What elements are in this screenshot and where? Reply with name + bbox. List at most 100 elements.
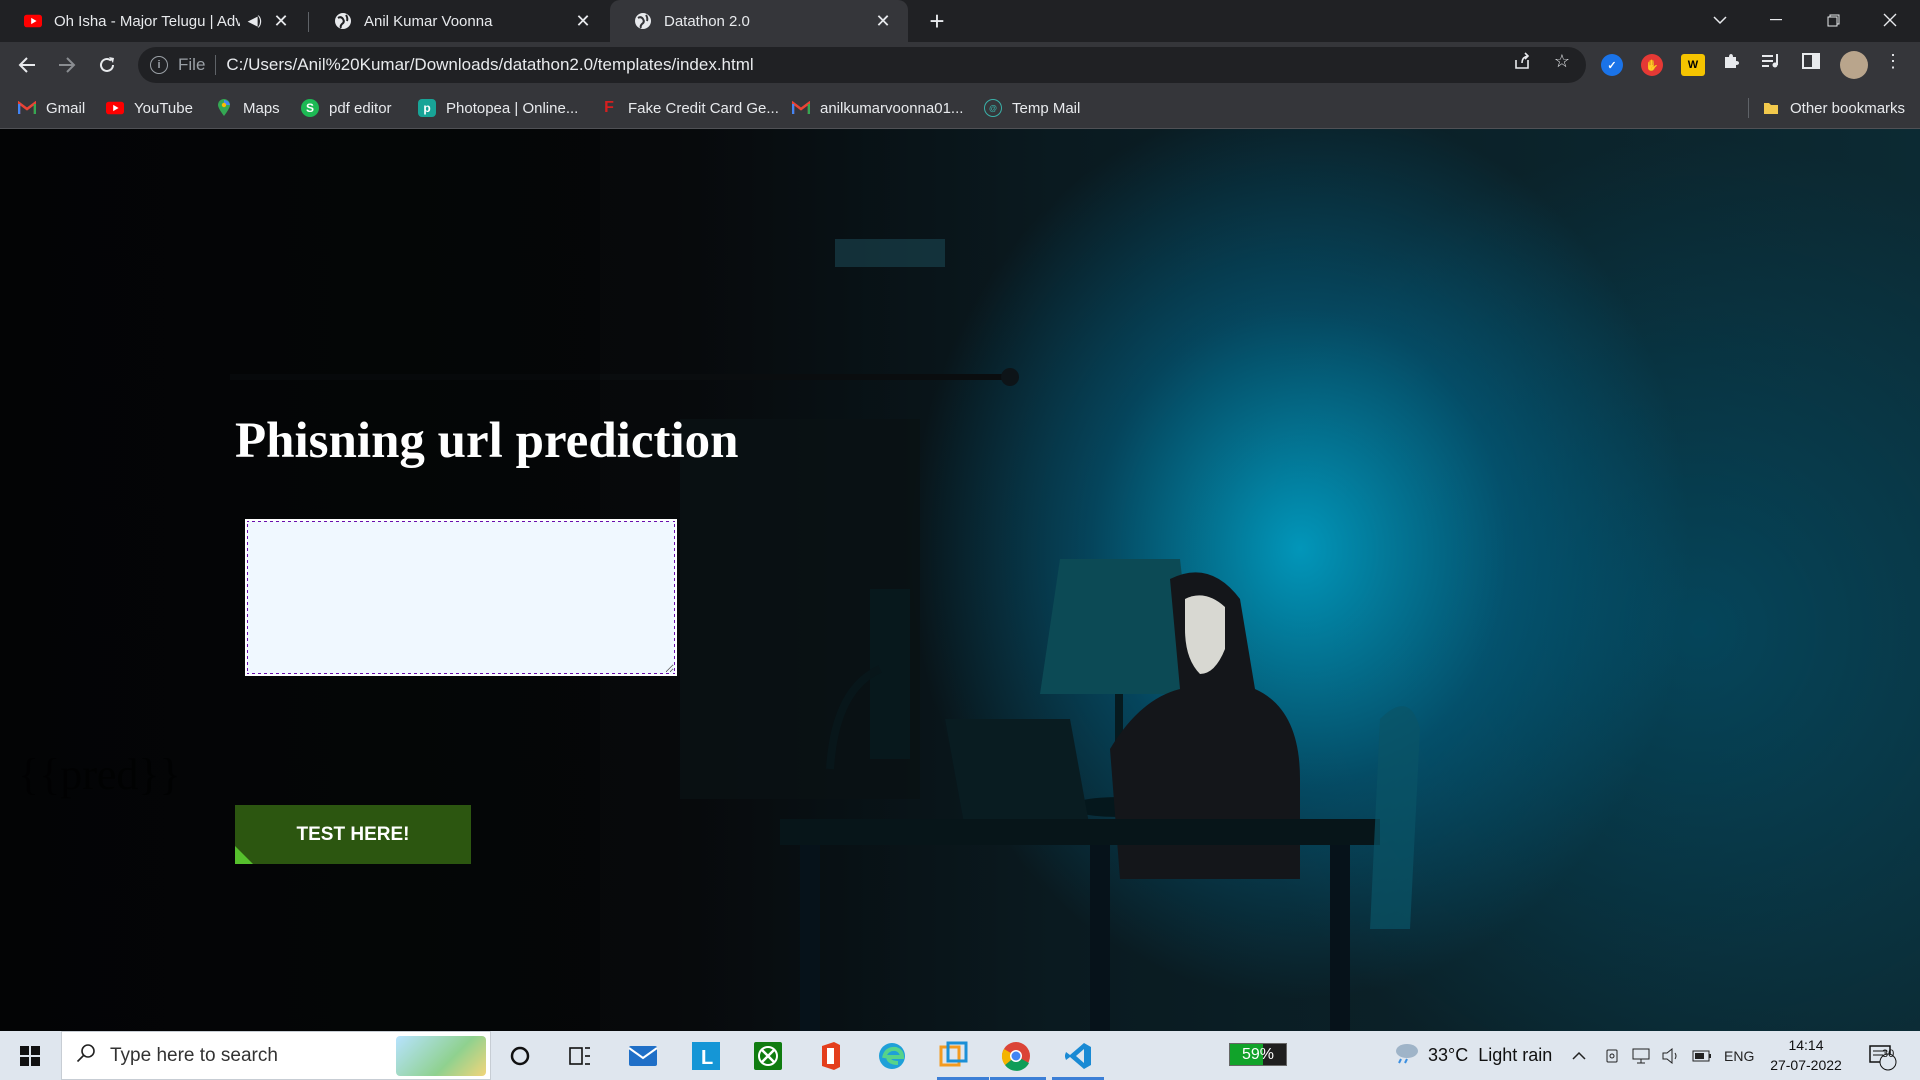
chrome-icon[interactable] bbox=[999, 1039, 1033, 1073]
weather-widget[interactable]: 33°C Light rain bbox=[1392, 1031, 1552, 1080]
search-highlight-image bbox=[396, 1036, 486, 1076]
forward-button[interactable] bbox=[50, 48, 84, 82]
tab-search-chevron-icon[interactable] bbox=[1692, 0, 1748, 40]
taskbar-search-box[interactable]: Type here to search bbox=[61, 1031, 491, 1080]
other-bookmarks[interactable]: Other bookmarks bbox=[1762, 88, 1905, 128]
battery-tray-icon[interactable] bbox=[1692, 1031, 1712, 1080]
page-background: Phisning url prediction {{pred}} TEST HE… bbox=[0, 129, 1920, 1031]
clock[interactable]: 14:14 27-07-2022 bbox=[1770, 1035, 1842, 1075]
weather-condition: Light rain bbox=[1478, 1045, 1553, 1065]
notifications-icon[interactable]: 30 bbox=[1867, 1031, 1897, 1080]
profile-avatar[interactable] bbox=[1840, 51, 1868, 79]
volume-icon[interactable] bbox=[1662, 1031, 1680, 1080]
bookmark-label: Maps bbox=[243, 99, 280, 117]
url-input[interactable] bbox=[245, 519, 677, 676]
search-icon bbox=[76, 1043, 96, 1068]
bookmark-youtube[interactable]: YouTube bbox=[106, 88, 193, 128]
youtube-icon bbox=[24, 12, 42, 30]
address-bar[interactable]: i File C:/Users/Anil%20Kumar/Downloads/d… bbox=[138, 47, 1586, 83]
chevron-up-icon[interactable] bbox=[1572, 1031, 1586, 1080]
audio-icon[interactable]: ◀) bbox=[248, 13, 262, 29]
bookmark-fake-credit-card[interactable]: F Fake Credit Card Ge... bbox=[600, 88, 779, 128]
vscode-icon[interactable] bbox=[1061, 1039, 1095, 1073]
restore-button[interactable] bbox=[1805, 0, 1861, 40]
bookmark-label: Other bookmarks bbox=[1790, 99, 1906, 117]
taskbar: Type here to search L 59% 33°C Light rai… bbox=[0, 1031, 1920, 1080]
xbox-icon[interactable] bbox=[751, 1039, 785, 1073]
test-here-button[interactable]: TEST HERE! bbox=[235, 805, 471, 864]
battery-meter[interactable]: 59% bbox=[1229, 1043, 1287, 1066]
close-icon[interactable]: ✕ bbox=[872, 10, 894, 32]
gmail-icon bbox=[792, 99, 810, 117]
menu-kebab-icon[interactable]: ⋮ bbox=[1883, 51, 1903, 71]
network-icon[interactable] bbox=[1632, 1031, 1650, 1080]
button-corner-accent bbox=[235, 846, 253, 864]
bookmark-label: Fake Credit Card Ge... bbox=[628, 99, 779, 117]
bookmark-label: anilkumarvoonna01... bbox=[820, 99, 964, 117]
reload-button[interactable] bbox=[90, 48, 124, 82]
cortana-icon[interactable] bbox=[503, 1039, 537, 1073]
bookmark-gmail[interactable]: Gmail bbox=[18, 88, 85, 128]
extension-w-icon[interactable]: W bbox=[1681, 54, 1705, 76]
language-indicator[interactable]: ENG bbox=[1724, 1031, 1754, 1080]
close-icon[interactable]: ✕ bbox=[572, 10, 594, 32]
search-placeholder: Type here to search bbox=[110, 1044, 278, 1066]
pdf-editor-icon: S bbox=[301, 99, 319, 117]
bookmark-star-icon[interactable]: ☆ bbox=[1552, 51, 1572, 71]
page-title: Phisning url prediction bbox=[235, 413, 739, 469]
bookmark-temp-mail[interactable]: @ Temp Mail bbox=[984, 88, 1080, 128]
tab-anil-kumar-voonna[interactable]: Anil Kumar Voonna ✕ bbox=[310, 0, 608, 42]
side-panel-icon[interactable] bbox=[1801, 51, 1821, 71]
fake-credit-card-icon: F bbox=[604, 99, 614, 116]
prediction-text: {{pred}} bbox=[18, 750, 181, 799]
bookmark-anilkumarvoonna[interactable]: anilkumarvoonna01... bbox=[792, 88, 963, 128]
temp-mail-icon: @ bbox=[984, 99, 1002, 117]
clock-date: 27-07-2022 bbox=[1770, 1057, 1842, 1073]
share-icon[interactable] bbox=[1512, 51, 1532, 71]
info-icon[interactable]: i bbox=[150, 56, 168, 74]
browser-toolbar: i File C:/Users/Anil%20Kumar/Downloads/d… bbox=[0, 42, 1920, 88]
battery-label: 59% bbox=[1241, 1045, 1275, 1063]
gmail-icon bbox=[18, 99, 36, 117]
globe-icon bbox=[334, 12, 352, 30]
close-window-button[interactable] bbox=[1862, 0, 1918, 40]
tab-title: Oh Isha - Major Telugu | Adv bbox=[54, 12, 240, 30]
notification-count: 30 bbox=[1882, 1048, 1895, 1060]
media-control-icon[interactable] bbox=[1761, 51, 1781, 71]
tab-datathon[interactable]: Datathon 2.0 ✕ bbox=[610, 0, 908, 42]
youtube-icon bbox=[106, 99, 124, 117]
mail-icon[interactable] bbox=[626, 1039, 660, 1073]
office-icon[interactable] bbox=[813, 1039, 847, 1073]
extension-compass-icon[interactable]: ✓ bbox=[1601, 54, 1623, 76]
bookmark-label: Photopea | Online... bbox=[446, 99, 579, 117]
bookmark-label: YouTube bbox=[134, 99, 193, 117]
tab-youtube[interactable]: Oh Isha - Major Telugu | Adv ◀) ✕ bbox=[0, 0, 306, 42]
bookmark-label: Temp Mail bbox=[1012, 99, 1081, 117]
vmware-icon[interactable] bbox=[937, 1039, 971, 1073]
url-text[interactable]: C:/Users/Anil%20Kumar/Downloads/datathon… bbox=[226, 55, 753, 75]
extensions-puzzle-icon[interactable] bbox=[1721, 51, 1741, 71]
bookmark-label: pdf editor bbox=[329, 99, 392, 117]
photopea-icon: p bbox=[418, 99, 436, 117]
l-app-icon[interactable]: L bbox=[689, 1039, 723, 1073]
weather-temp: 33°C bbox=[1428, 1045, 1469, 1065]
back-button[interactable] bbox=[10, 48, 44, 82]
meet-now-icon[interactable] bbox=[1604, 1031, 1620, 1080]
tab-title: Datathon 2.0 bbox=[664, 12, 750, 30]
edge-icon[interactable] bbox=[875, 1039, 909, 1073]
tab-strip: Oh Isha - Major Telugu | Adv ◀) ✕ Anil K… bbox=[0, 0, 1920, 42]
new-tab-button[interactable]: + bbox=[922, 6, 952, 36]
close-icon[interactable]: ✕ bbox=[270, 10, 292, 32]
bookmarks-bar: Gmail YouTube Maps S pdf editor p Photop… bbox=[0, 88, 1920, 129]
bookmark-maps[interactable]: Maps bbox=[215, 88, 280, 128]
rain-cloud-icon bbox=[1392, 1042, 1420, 1069]
minimize-button[interactable] bbox=[1748, 0, 1804, 40]
windows-start-button[interactable] bbox=[0, 1031, 60, 1080]
extension-hand-icon[interactable]: ✋ bbox=[1641, 54, 1663, 76]
bookmark-photopea[interactable]: p Photopea | Online... bbox=[418, 88, 578, 128]
clock-time: 14:14 bbox=[1788, 1037, 1824, 1053]
globe-icon bbox=[634, 12, 652, 30]
tab-title: Anil Kumar Voonna bbox=[364, 12, 493, 30]
bookmark-pdf-editor[interactable]: S pdf editor bbox=[301, 88, 392, 128]
task-view-icon[interactable] bbox=[563, 1039, 597, 1073]
